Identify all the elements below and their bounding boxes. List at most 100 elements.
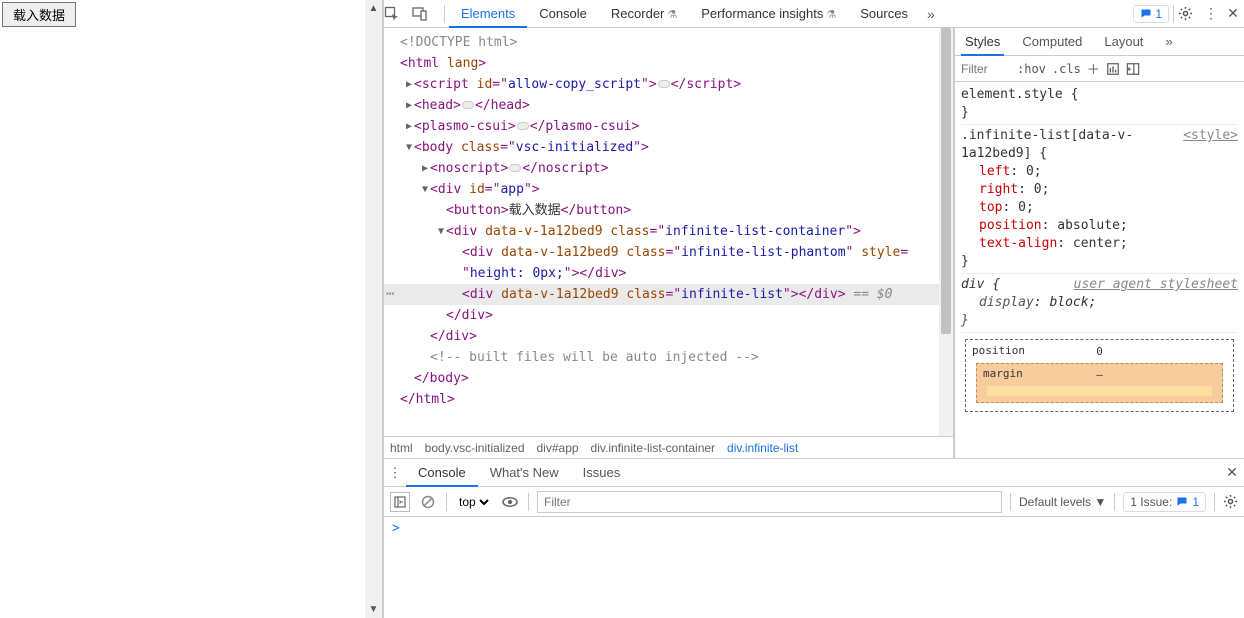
css-selector[interactable]: element.style { <box>961 87 1078 102</box>
drawer-tab-issues[interactable]: Issues <box>571 459 633 487</box>
dom-node[interactable]: ▶<head></head> <box>384 95 953 116</box>
breadcrumb-item[interactable]: html <box>390 441 413 455</box>
issue-count: 1 <box>1155 7 1162 21</box>
scroll-down-arrow-icon[interactable]: ▼ <box>369 601 379 618</box>
tab-sources[interactable]: Sources <box>848 0 920 28</box>
dom-node[interactable]: </div> <box>384 305 953 326</box>
console-drawer: ⋮ Console What's New Issues ✕ top <box>384 458 1244 618</box>
clear-console-icon[interactable] <box>418 492 438 512</box>
tab-elements[interactable]: Elements <box>449 0 527 28</box>
more-tabs-icon[interactable]: » <box>1161 28 1176 56</box>
dom-node[interactable]: ▼<body class="vsc-initialized"> <box>384 137 953 158</box>
page-scrollbar[interactable]: ▲ ▼ <box>365 0 382 618</box>
expand-arrow-icon[interactable]: ▶ <box>418 158 432 179</box>
collapse-arrow-icon[interactable]: ▼ <box>418 179 432 200</box>
dom-node[interactable]: </html> <box>384 389 953 410</box>
breadcrumb-item[interactable]: body.vsc-initialized <box>425 441 525 455</box>
dom-tree[interactable]: <!DOCTYPE html> <html lang> ▶<script id=… <box>384 28 953 436</box>
scrollbar-thumb[interactable] <box>941 28 951 334</box>
dom-node[interactable]: ▶<script id="allow-copy_script"></script… <box>384 74 953 95</box>
ellipsis-pill-icon[interactable] <box>462 101 474 109</box>
issues-counter[interactable]: 1 Issue: 1 <box>1123 492 1206 512</box>
dom-node[interactable]: "height: 0px;"></div> <box>384 263 953 284</box>
chat-icon <box>1140 8 1152 20</box>
context-select[interactable]: top <box>455 494 492 510</box>
dom-node[interactable]: </body> <box>384 368 953 389</box>
ellipsis-pill-icon[interactable] <box>517 122 529 130</box>
dom-node[interactable]: <!DOCTYPE html> <box>384 32 953 53</box>
kebab-menu-icon[interactable]: ⋮ <box>1200 5 1222 22</box>
expand-arrow-icon[interactable]: ▶ <box>402 95 416 116</box>
breadcrumb-item[interactable]: div#app <box>537 441 579 455</box>
drawer-tab-whatsnew[interactable]: What's New <box>478 459 571 487</box>
css-prop[interactable]: text-align <box>979 236 1057 251</box>
toggle-sidebar-icon[interactable] <box>1126 62 1140 76</box>
expand-arrow-icon[interactable]: ▶ <box>402 74 416 95</box>
expand-arrow-icon[interactable]: ▶ <box>402 116 416 137</box>
dom-node-selected[interactable]: <div data-v-1a12bed9 class="infinite-lis… <box>384 284 953 305</box>
tree-scrollbar[interactable] <box>939 28 953 436</box>
close-devtools-icon[interactable]: ✕ <box>1222 5 1244 22</box>
load-data-button[interactable]: 载入数据 <box>2 2 76 27</box>
flask-icon: ⚗ <box>826 9 836 21</box>
styles-filter-bar: :hov .cls ＋ <box>955 56 1244 82</box>
issues-badge[interactable]: 1 <box>1133 5 1169 23</box>
collapse-arrow-icon[interactable]: ▼ <box>434 221 448 242</box>
breadcrumb-item-active[interactable]: div.infinite-list <box>727 441 798 455</box>
css-brace: } <box>961 312 1238 330</box>
breadcrumb-item[interactable]: div.infinite-list-container <box>591 441 716 455</box>
console-filter-input[interactable] <box>537 491 1002 513</box>
dom-node[interactable]: ▶<plasmo-csui></plasmo-csui> <box>384 116 953 137</box>
drawer-tabs: ⋮ Console What's New Issues ✕ <box>384 459 1244 487</box>
dom-node[interactable]: </div> <box>384 326 953 347</box>
css-prop[interactable]: top <box>979 200 1002 215</box>
ellipsis-pill-icon[interactable] <box>509 164 521 172</box>
dom-node[interactable]: <div data-v-1a12bed9 class="infinite-lis… <box>384 242 953 263</box>
box-model[interactable]: position 0 margin – <box>965 339 1234 412</box>
dom-node[interactable]: ▶<noscript></noscript> <box>384 158 953 179</box>
collapse-arrow-icon[interactable]: ▼ <box>402 137 416 158</box>
drawer-tab-console[interactable]: Console <box>406 459 478 487</box>
tab-computed[interactable]: Computed <box>1018 28 1086 56</box>
tab-styles[interactable]: Styles <box>961 28 1004 56</box>
tab-console[interactable]: Console <box>527 0 599 28</box>
elements-pane: <!DOCTYPE html> <html lang> ▶<script id=… <box>384 28 954 458</box>
device-toggle-icon[interactable] <box>412 6 440 22</box>
drawer-menu-icon[interactable]: ⋮ <box>384 465 406 481</box>
console-settings-gear-icon[interactable] <box>1223 494 1238 509</box>
tab-performance-insights[interactable]: Performance insights⚗ <box>689 0 848 28</box>
drawer-close-icon[interactable]: ✕ <box>1220 464 1244 481</box>
console-output[interactable]: > <box>384 517 1244 618</box>
tab-layout[interactable]: Layout <box>1100 28 1147 56</box>
ellipsis-pill-icon[interactable] <box>658 80 670 88</box>
live-expression-icon[interactable] <box>500 492 520 512</box>
hov-toggle[interactable]: :hov <box>1017 62 1046 76</box>
css-prop[interactable]: right <box>979 182 1018 197</box>
console-sidebar-toggle-icon[interactable] <box>390 492 410 512</box>
scroll-up-arrow-icon[interactable]: ▲ <box>369 0 379 17</box>
css-prop: display <box>979 295 1034 310</box>
tab-recorder[interactable]: Recorder⚗ <box>599 0 689 28</box>
devtools-toolbar: Elements Console Recorder⚗ Performance i… <box>384 0 1244 28</box>
dom-node[interactable]: ▼<div data-v-1a12bed9 class="infinite-li… <box>384 221 953 242</box>
css-prop[interactable]: position <box>979 218 1042 233</box>
cls-toggle[interactable]: .cls <box>1052 62 1081 76</box>
css-source-link[interactable]: <style> <box>1183 127 1238 145</box>
dom-node[interactable]: ▼<div id="app"> <box>384 179 953 200</box>
dom-node[interactable]: <button>载入数据</button> <box>384 200 953 221</box>
css-selector[interactable]: .infinite-list[data-v-1a12bed9] { <box>961 128 1133 161</box>
inspect-element-icon[interactable] <box>384 6 412 22</box>
new-style-rule-icon[interactable]: ＋ <box>1087 59 1100 78</box>
styles-tabs: Styles Computed Layout » <box>955 28 1244 56</box>
styles-body[interactable]: element.style { } <style> .infinite-list[… <box>955 82 1244 458</box>
dom-node[interactable]: <html lang> <box>384 53 953 74</box>
more-tabs-icon[interactable]: » <box>920 6 942 22</box>
css-prop[interactable]: left <box>979 164 1010 179</box>
styles-filter-input[interactable] <box>961 62 1011 76</box>
box-model-position-label: position <box>972 342 1025 360</box>
computed-styles-icon[interactable] <box>1106 62 1120 76</box>
settings-gear-icon[interactable] <box>1178 6 1200 21</box>
log-levels-select[interactable]: Default levels ▼ <box>1019 495 1106 509</box>
console-prompt: > <box>392 521 400 536</box>
dom-node[interactable]: <!-- built files will be auto injected -… <box>384 347 953 368</box>
